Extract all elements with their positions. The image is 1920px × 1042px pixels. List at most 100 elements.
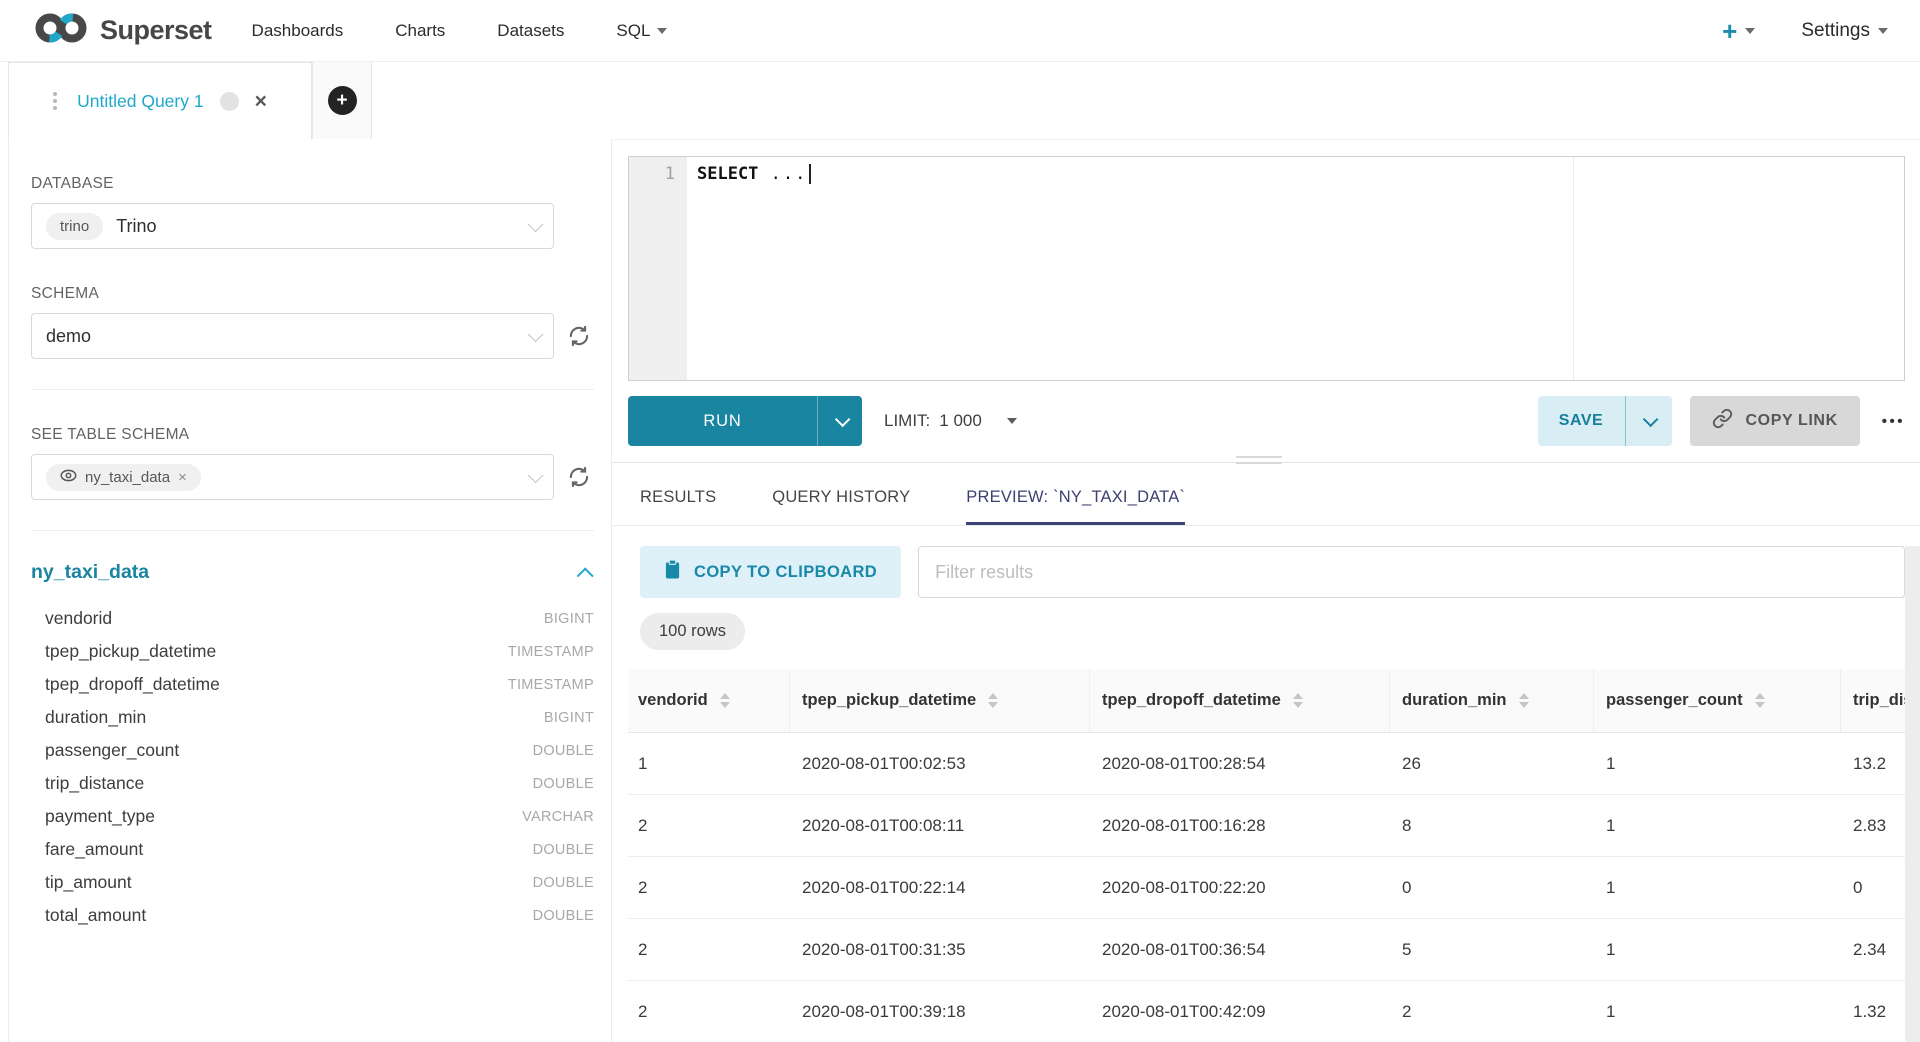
new-item-dropdown[interactable]: + [1722, 18, 1755, 44]
table-schema-select[interactable]: ny_taxi_data × [31, 454, 554, 500]
plus-icon: + [1722, 18, 1737, 44]
cell: 1 [1594, 857, 1841, 918]
copy-link-button[interactable]: COPY LINK [1690, 396, 1860, 446]
cell: 2 [628, 857, 790, 918]
caret-down-icon [1745, 28, 1755, 34]
sql-lab-sidebar: DATABASE trino Trino SCHEMA demo SEE TAB [8, 139, 612, 1042]
results-tabs: RESULTS QUERY HISTORY PREVIEW: `NY_TAXI_… [612, 470, 1920, 526]
query-tabstrip: Untitled Query 1 × + [0, 62, 1920, 139]
cell: 8 [1390, 795, 1594, 856]
cell: 26 [1390, 733, 1594, 794]
chevron-down-icon [834, 411, 850, 427]
chevron-up-icon[interactable] [577, 567, 594, 584]
nav-item-dashboards[interactable]: Dashboards [252, 21, 344, 41]
limit-dropdown[interactable]: LIMIT: 1 000 [884, 411, 1017, 431]
database-select[interactable]: trino Trino [31, 203, 554, 249]
cell: 5 [1390, 919, 1594, 980]
chevron-down-icon [1643, 411, 1659, 427]
chevron-down-icon [528, 467, 544, 483]
sql-code[interactable]: SELECT ... [687, 157, 1904, 380]
column-row: tpep_dropoff_datetimeTIMESTAMP [31, 668, 594, 701]
sql-lab-main: 1 SELECT ... RUN LIMIT: 1 000 SAVE [612, 139, 1920, 1042]
header-vendorid[interactable]: vendorid [628, 669, 790, 732]
cell: 2020-08-01T00:22:14 [790, 857, 1090, 918]
schema-label: SCHEMA [31, 285, 611, 303]
table-row: 1 2020-08-01T00:02:53 2020-08-01T00:28:5… [628, 733, 1905, 795]
refresh-schema-icon[interactable] [564, 321, 594, 351]
sort-icon[interactable] [1519, 693, 1529, 708]
cell: 2020-08-01T00:28:54 [1090, 733, 1390, 794]
filter-results-input[interactable] [918, 546, 1905, 598]
table-schema-label: SEE TABLE SCHEMA [31, 426, 611, 444]
cell: 1 [1594, 733, 1841, 794]
column-row: trip_distanceDOUBLE [31, 767, 594, 800]
save-button[interactable]: SAVE [1538, 396, 1626, 446]
cell: 2020-08-01T00:36:54 [1090, 919, 1390, 980]
superset-infinity-icon [32, 9, 90, 52]
schema-select[interactable]: demo [31, 313, 554, 359]
cell: 2020-08-01T00:16:28 [1090, 795, 1390, 856]
run-options-button[interactable] [818, 396, 862, 446]
cell: 13.2 [1841, 733, 1905, 794]
settings-menu[interactable]: Settings [1801, 20, 1888, 42]
tab-results[interactable]: RESULTS [640, 488, 716, 525]
results-table: vendorid tpep_pickup_datetime tpep_dropo… [628, 669, 1905, 1042]
cell: 2020-08-01T00:08:11 [790, 795, 1090, 856]
limit-value: 1 000 [939, 411, 982, 431]
header-tpep-dropoff-datetime[interactable]: tpep_dropoff_datetime [1090, 669, 1390, 732]
sort-icon[interactable] [1293, 693, 1303, 708]
close-tab-icon[interactable]: × [255, 91, 267, 112]
header-trip-distance[interactable]: trip_distance [1841, 669, 1905, 732]
query-status-dot [220, 92, 239, 111]
pane-drag-handle-icon[interactable] [1236, 456, 1282, 464]
nav-links: Dashboards Charts Datasets SQL [252, 21, 668, 41]
table-columns-list: vendoridBIGINT tpep_pickup_datetimeTIMES… [31, 602, 594, 932]
header-passenger-count[interactable]: passenger_count [1594, 669, 1841, 732]
tab-query-history[interactable]: QUERY HISTORY [772, 488, 910, 525]
nav-item-sql[interactable]: SQL [616, 21, 667, 41]
chevron-down-icon [528, 326, 544, 342]
tab-drag-handle-icon[interactable] [53, 92, 57, 110]
save-options-button[interactable] [1626, 396, 1672, 446]
editor-gutter: 1 [629, 157, 687, 380]
add-tab-button[interactable]: + [328, 86, 357, 115]
cell: 2020-08-01T00:22:20 [1090, 857, 1390, 918]
cell: 2.34 [1841, 919, 1905, 980]
column-row: vendoridBIGINT [31, 602, 594, 635]
cell: 1 [1594, 919, 1841, 980]
link-icon [1712, 408, 1733, 434]
query-tab-active[interactable]: Untitled Query 1 × [8, 62, 312, 139]
sort-icon[interactable] [720, 693, 730, 708]
nav-item-datasets[interactable]: Datasets [497, 21, 564, 41]
header-tpep-pickup-datetime[interactable]: tpep_pickup_datetime [790, 669, 1090, 732]
sidebar-divider [31, 389, 594, 390]
header-duration-min[interactable]: duration_min [1390, 669, 1594, 732]
more-menu-icon[interactable]: ••• [1882, 413, 1905, 430]
sort-icon[interactable] [988, 693, 998, 708]
column-row: total_amountDOUBLE [31, 899, 594, 932]
cell: 0 [1841, 857, 1905, 918]
column-row: passenger_countDOUBLE [31, 734, 594, 767]
sort-icon[interactable] [1755, 693, 1765, 708]
table-name-heading[interactable]: ny_taxi_data [31, 561, 149, 584]
cell: 2 [628, 981, 790, 1042]
sql-lab-app: Superset Dashboards Charts Datasets SQL … [0, 0, 1920, 1042]
refresh-tables-icon[interactable] [564, 462, 594, 492]
superset-logo[interactable]: Superset [32, 9, 212, 52]
run-button[interactable]: RUN [628, 396, 818, 446]
cell: 0 [1390, 857, 1594, 918]
table-header-row: vendorid tpep_pickup_datetime tpep_dropo… [628, 669, 1905, 733]
nav-item-charts[interactable]: Charts [395, 21, 445, 41]
editor-toolbar: RUN LIMIT: 1 000 SAVE [628, 396, 1905, 446]
vertical-scrollbar[interactable] [1905, 546, 1920, 1042]
cell: 2020-08-01T00:02:53 [790, 733, 1090, 794]
run-button-split: RUN [628, 396, 862, 446]
text-cursor [809, 164, 811, 184]
database-engine-badge: trino [46, 213, 103, 240]
sql-editor[interactable]: 1 SELECT ... [628, 156, 1905, 381]
table-row: 2 2020-08-01T00:08:11 2020-08-01T00:16:2… [628, 795, 1905, 857]
remove-table-icon[interactable]: × [178, 469, 187, 486]
tab-preview-ny-taxi-data[interactable]: PREVIEW: `NY_TAXI_DATA` [966, 488, 1185, 525]
copy-to-clipboard-button[interactable]: COPY TO CLIPBOARD [640, 546, 901, 598]
caret-down-icon [657, 28, 667, 34]
